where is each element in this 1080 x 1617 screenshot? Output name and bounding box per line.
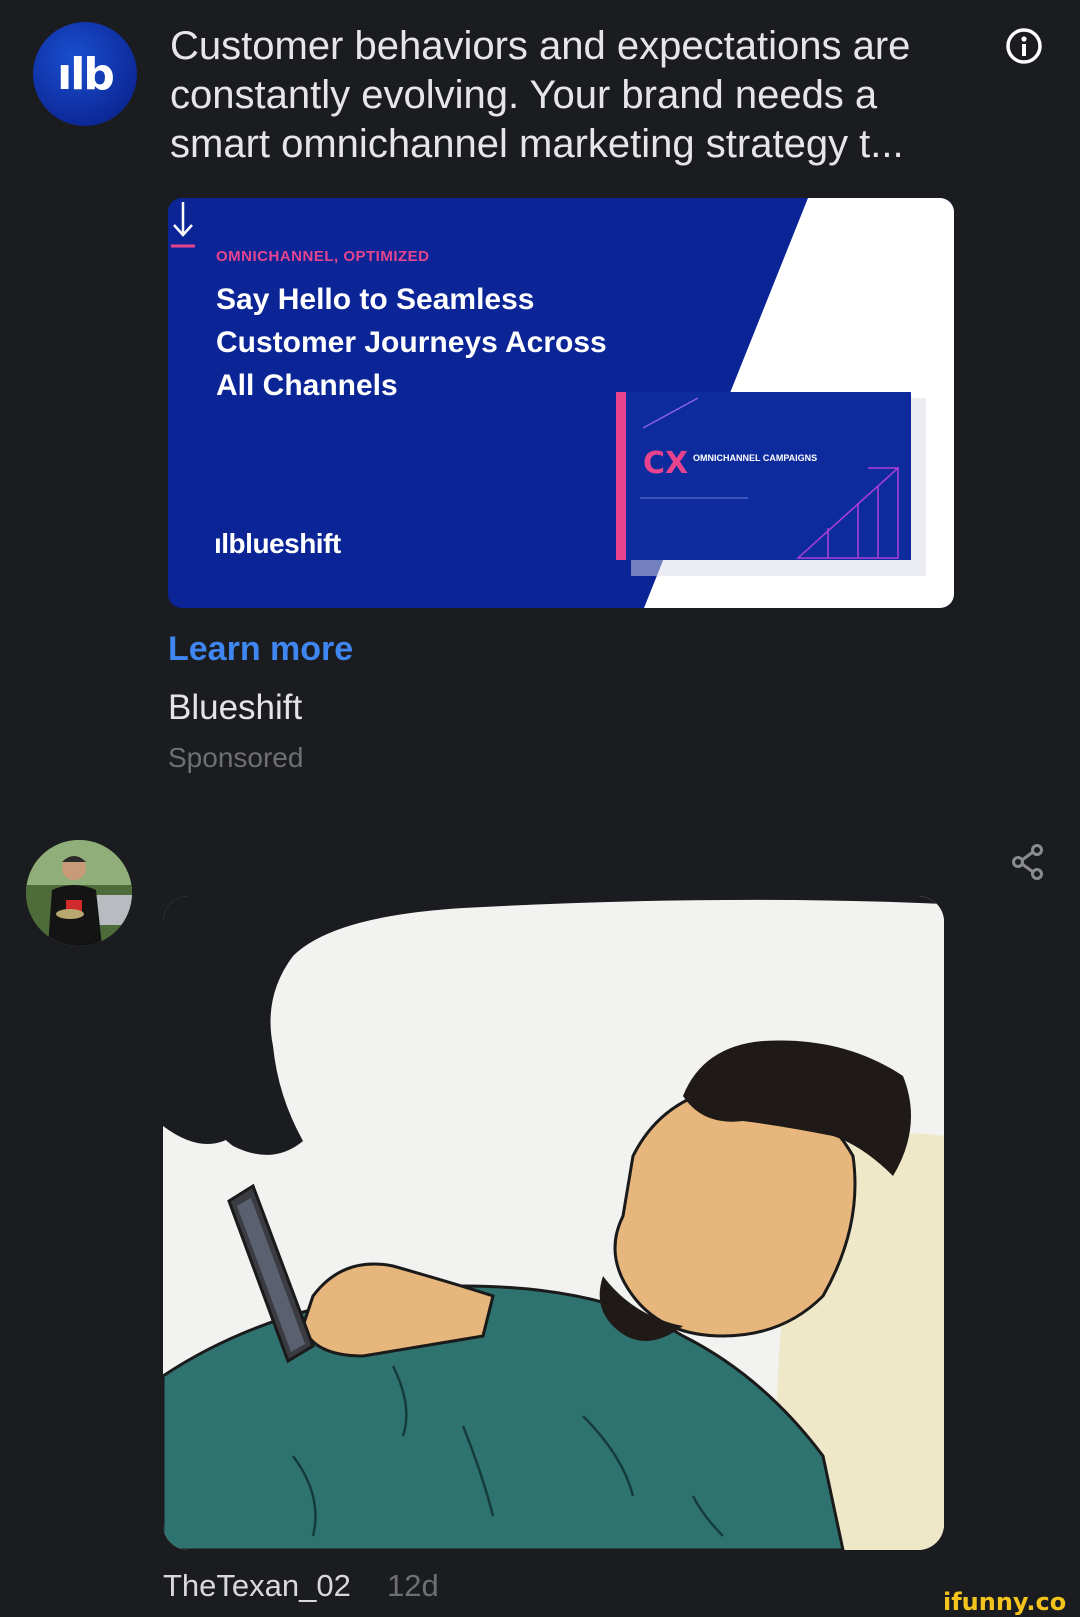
advertiser-name[interactable]: Blueshift <box>168 688 302 728</box>
advertiser-avatar[interactable]: ılb <box>33 22 137 126</box>
post-username[interactable]: TheTexan_02 <box>163 1568 351 1604</box>
cx-label: CX <box>643 446 689 481</box>
meme-illustration <box>163 896 944 1550</box>
ad-text[interactable]: Customer behaviors and expectations are … <box>170 22 970 169</box>
ad-banner-image[interactable]: OMNICHANNEL, OPTIMIZED Say Hello to Seam… <box>168 198 954 608</box>
cx-subtitle: OMNICHANNEL CAMPAIGNS <box>693 453 818 463</box>
learn-more-link[interactable]: Learn more <box>168 630 353 669</box>
post-timestamp: 12d <box>387 1568 439 1603</box>
advertiser-avatar-logo: ılb <box>57 48 115 100</box>
user-avatar[interactable] <box>26 840 132 946</box>
info-icon[interactable] <box>1004 26 1044 66</box>
download-arrow-icon <box>171 202 195 248</box>
user-avatar-photo <box>26 840 132 946</box>
banner-headline: Say Hello to Seamless Customer Journeys … <box>216 283 607 402</box>
blueshift-logo: ılblueshift <box>214 528 341 559</box>
sponsored-label: Sponsored <box>168 742 304 773</box>
share-icon[interactable] <box>1010 842 1046 882</box>
post-image[interactable] <box>163 896 944 1550</box>
banner-eyebrow: OMNICHANNEL, OPTIMIZED <box>216 248 430 265</box>
ifunny-watermark: ifunny.co <box>943 1588 1067 1616</box>
